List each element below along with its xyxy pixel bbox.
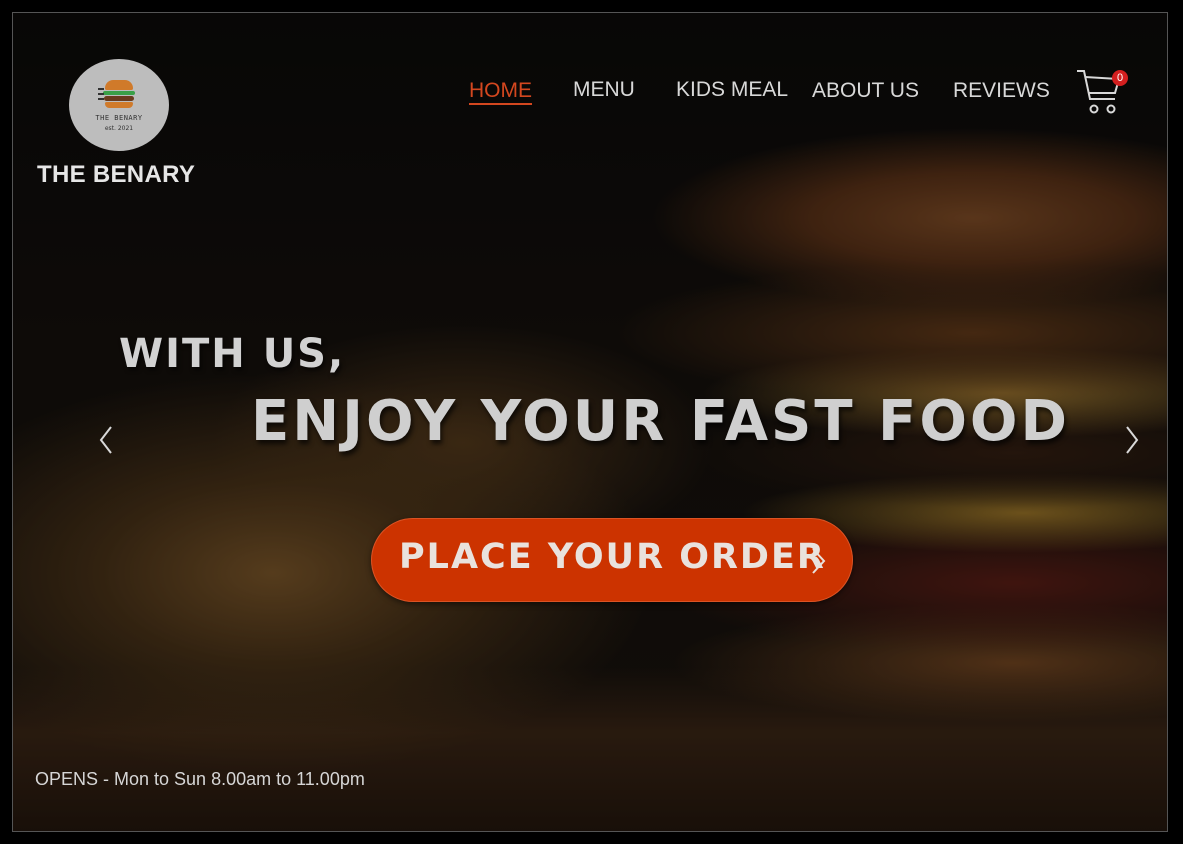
chevron-left-icon <box>99 426 112 454</box>
chevron-right-icon <box>1126 426 1139 454</box>
place-order-button[interactable]: PLACE YOUR ORDER <box>371 518 853 602</box>
nav-home[interactable]: HOME <box>469 79 532 105</box>
carousel-prev-button[interactable] <box>93 423 123 457</box>
logo-est: est. 2021 <box>104 125 134 132</box>
logo-text: THE BENARY <box>95 114 143 122</box>
opening-hours: OPENS - Mon to Sun 8.00am to 11.00pm <box>35 769 365 789</box>
brand-name: THE BENARY <box>37 161 196 188</box>
cart-count-badge: 0 <box>1112 70 1128 86</box>
nav-reviews[interactable]: REVIEWS <box>953 79 1050 103</box>
nav-kids-meal[interactable]: KIDS MEAL <box>676 78 788 102</box>
brand-logo[interactable]: THE BENARY est. 2021 <box>69 59 169 151</box>
place-order-label: PLACE YOUR ORDER <box>399 537 826 577</box>
hero-section: THE BENARY est. 2021 THE BENARY HOME MEN… <box>12 12 1168 832</box>
chevron-right-icon <box>812 548 826 574</box>
nav-menu[interactable]: MENU <box>573 78 635 102</box>
nav-about-us[interactable]: ABOUT US <box>812 79 919 103</box>
hero-title: ENJOY YOUR FAST FOOD <box>251 389 1071 454</box>
carousel-next-button[interactable] <box>1117 423 1147 457</box>
burger-icon <box>98 78 140 112</box>
hero-subtitle: WITH US, <box>119 331 346 377</box>
